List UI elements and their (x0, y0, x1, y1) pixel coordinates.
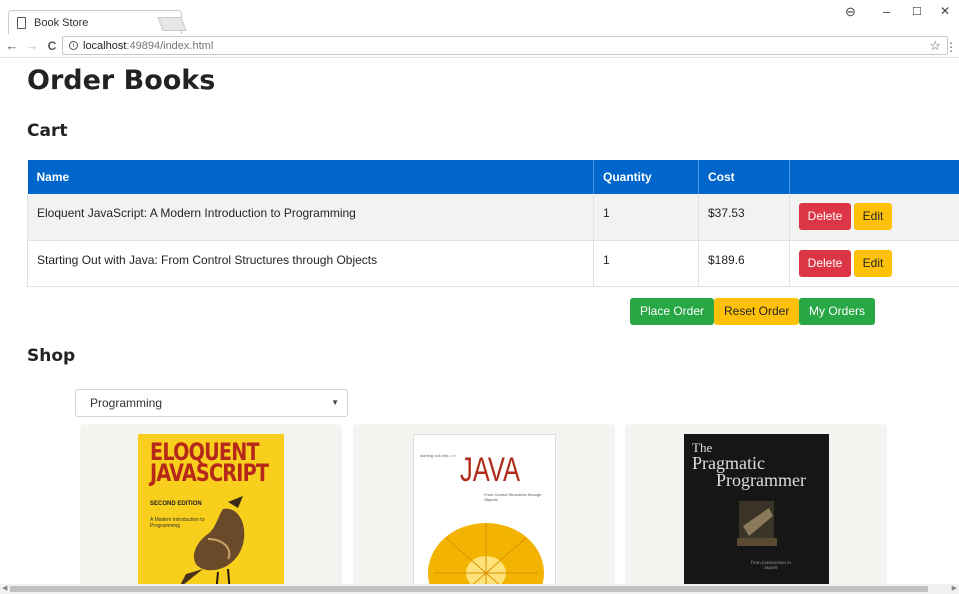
column-header-name: Name (27, 160, 594, 194)
cart-heading: Cart (27, 121, 68, 141)
bird-illustration (180, 496, 245, 584)
cover-title: JAVA (460, 451, 520, 489)
cell-cost: $37.53 (698, 194, 790, 241)
edit-button[interactable]: Edit (854, 249, 892, 277)
bookmark-star-icon[interactable]: ☆ (929, 38, 941, 54)
scroll-right-arrow-icon[interactable]: ▶ (952, 584, 957, 594)
dropdown-caret-icon: ▼ (331, 398, 339, 407)
book-card[interactable]: The Pragmatic Programmer from journeyman… (627, 425, 885, 584)
minimize-button[interactable]: – (883, 4, 890, 19)
cover-title-line-2: Programmer (716, 470, 806, 490)
new-tab-button[interactable] (157, 17, 187, 31)
pineapple-illustration (428, 523, 544, 584)
column-header-cost: Cost (698, 160, 790, 194)
cover-small-text: starting out with >>> (420, 453, 457, 458)
table-row: Eloquent JavaScript: A Modern Introducti… (27, 194, 959, 241)
url-input[interactable]: i localhost:49894/index.html ☆ (62, 36, 948, 55)
url-host: localhost (83, 39, 127, 52)
close-window-button[interactable]: ✕ (940, 4, 950, 18)
place-order-button[interactable]: Place Order (630, 298, 715, 325)
url-path: :49894/index.html (126, 39, 214, 52)
tab-title: Book Store (34, 16, 89, 29)
horizontal-scrollbar[interactable]: ◀ ▶ (0, 584, 959, 594)
browser-tab[interactable]: Book Store × (8, 10, 182, 34)
forward-icon[interactable]: → (24, 38, 40, 53)
cell-actions: Delete Edit (789, 240, 959, 287)
info-icon[interactable]: i (69, 41, 78, 50)
delete-button[interactable]: Delete (799, 203, 851, 230)
book-cover-pragmatic-programmer[interactable]: The Pragmatic Programmer from journeyman… (684, 434, 829, 584)
reload-icon[interactable]: C (44, 39, 60, 53)
cover-title: ELOQUENT JAVASCRIPT (150, 438, 269, 487)
category-select-value: Programming (90, 396, 163, 410)
edit-button[interactable]: Edit (854, 203, 892, 230)
category-select[interactable]: Programming ▼ (75, 389, 348, 417)
column-header-quantity: Quantity (593, 160, 699, 194)
address-bar: ← → C i localhost:49894/index.html ☆ (0, 34, 959, 58)
book-cover-starting-out-with-java[interactable]: starting out with >>> JAVA From Control … (413, 434, 556, 584)
cell-book-name: Starting Out with Java: From Control Str… (27, 240, 594, 287)
back-icon[interactable]: ← (4, 38, 20, 53)
book-card[interactable]: ELOQUENT JAVASCRIPT SECOND EDITION A Mod… (82, 425, 340, 584)
book-card[interactable]: starting out with >>> JAVA From Control … (355, 425, 613, 584)
my-orders-button[interactable]: My Orders (799, 298, 876, 325)
cover-subtitle: from journeyman to master (751, 561, 791, 571)
delete-button[interactable]: Delete (799, 249, 851, 277)
profile-icon[interactable]: ⊖ (845, 4, 856, 20)
book-cover-eloquent-javascript[interactable]: ELOQUENT JAVASCRIPT SECOND EDITION A Mod… (138, 434, 284, 584)
cell-quantity: 1 (593, 194, 699, 241)
reset-order-button[interactable]: Reset Order (714, 298, 800, 325)
scroll-left-arrow-icon[interactable]: ◀ (2, 584, 7, 594)
cell-quantity: 1 (593, 240, 699, 287)
cell-actions: Delete Edit (789, 194, 959, 241)
column-header-actions (789, 160, 959, 194)
browser-tab-bar: Book Store × ⊖ – ☐ ✕ (0, 0, 959, 34)
table-row: Starting Out with Java: From Control Str… (27, 240, 959, 287)
document-icon (17, 16, 26, 29)
cell-book-name: Eloquent JavaScript: A Modern Introducti… (27, 194, 594, 241)
maximize-button[interactable]: ☐ (912, 5, 922, 18)
shop-heading: Shop (27, 346, 76, 366)
table-header-row: Name Quantity Cost (27, 160, 959, 194)
page-content: Order Books Cart Name Quantity Cost Eloq… (0, 59, 959, 584)
plane-tool-illustration (737, 501, 777, 546)
cell-cost: $189.6 (698, 240, 790, 287)
scrollbar-thumb[interactable] (10, 586, 928, 592)
cart-table: Name Quantity Cost Eloquent JavaScript: … (27, 160, 959, 287)
menu-icon[interactable]: ⋮ (945, 40, 957, 54)
page-title: Order Books (27, 65, 216, 96)
cover-subtitle: From Control Structures through Objects (484, 492, 542, 502)
